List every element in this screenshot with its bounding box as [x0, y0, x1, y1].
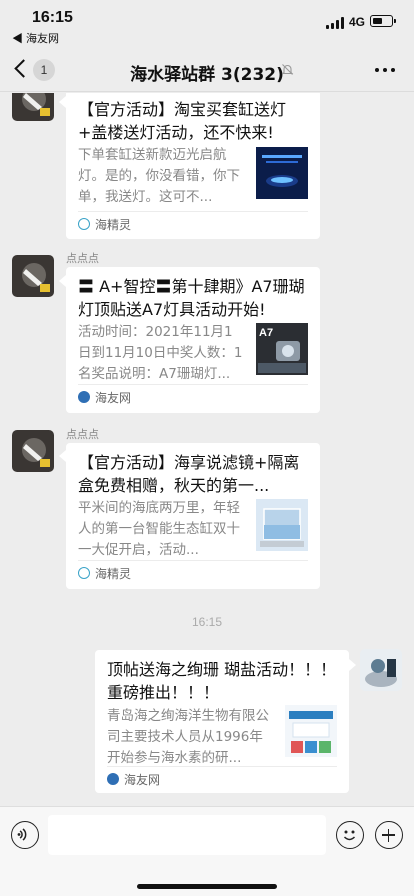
voice-input-icon[interactable]	[11, 821, 39, 849]
chat-title: 海水驿站群 3(232)	[130, 65, 284, 85]
message-input[interactable]	[48, 815, 326, 855]
card-source: 海精灵	[95, 218, 132, 232]
link-card[interactable]: 【官方活动】淘宝买套缸送灯+盖楼送灯活动，还不快来! 下单套缸送新款迈光启航灯。…	[66, 93, 320, 239]
card-description: 青岛海之绚海洋生物有限公司主要技术人员从1996年开始参与海水素的研...	[107, 708, 269, 766]
card-source: 海友网	[95, 391, 132, 405]
card-title: 〓 A+智控〓第十肆期》A7珊瑚灯顶贴送A7灯具活动开始!	[78, 277, 305, 319]
source-icon	[78, 567, 90, 579]
my-avatar[interactable]	[360, 649, 402, 691]
card-description: 活动时间：2021年11月1日到11月10日中奖人数：1名奖品说明：A7珊瑚灯.…	[78, 324, 243, 382]
card-title: 【官方活动】海享说滤镜+隔离盒免费相赠，秋天的第一...	[78, 453, 300, 495]
signal-icon	[326, 17, 346, 29]
more-options-icon[interactable]	[375, 68, 397, 73]
more-actions-plus-icon[interactable]	[375, 821, 403, 849]
card-source: 海友网	[124, 773, 161, 787]
card-source: 海精灵	[95, 567, 132, 581]
chat-header: 1 海水驿站群 3(232)	[0, 48, 414, 92]
card-thumbnail	[285, 705, 337, 757]
sender-avatar[interactable]	[12, 430, 54, 472]
card-title: 【官方活动】淘宝买套缸送灯+盖楼送灯活动，还不快来!	[78, 100, 287, 142]
source-icon	[78, 391, 90, 403]
bubble-tail	[349, 659, 356, 671]
emoji-icon[interactable]	[336, 821, 364, 849]
card-thumbnail	[256, 147, 308, 199]
card-description: 下单套缸送新款迈光启航灯。是的，你没看错，你下单，我送灯。这可不...	[78, 147, 240, 205]
sender-avatar[interactable]	[12, 93, 54, 121]
bubble-tail	[59, 450, 66, 462]
battery-icon	[370, 15, 396, 27]
input-bar	[0, 806, 414, 896]
source-icon	[107, 773, 119, 785]
card-description: 平米间的海底两万里，年轻人的第一台智能生态缸双十一大促开启，活动...	[78, 500, 240, 558]
sender-name: 点点点	[66, 252, 99, 265]
network-type: 4G	[349, 15, 366, 29]
card-thumbnail: A7	[256, 323, 308, 375]
card-title: 顶帖送海之绚珊 瑚盐活动！！！ 重磅推出！！！	[107, 660, 337, 702]
link-card[interactable]: 〓 A+智控〓第十肆期》A7珊瑚灯顶贴送A7灯具活动开始! 活动时间：2021年…	[66, 267, 320, 413]
sender-avatar[interactable]	[12, 255, 54, 297]
bubble-tail	[59, 275, 66, 287]
home-indicator	[137, 884, 277, 889]
svg-text:A7: A7	[259, 327, 273, 339]
status-bar: 16:15 ◀ 海友网 4G	[0, 0, 414, 48]
bubble-tail	[59, 96, 66, 108]
sender-name: 点点点	[66, 428, 99, 441]
source-icon	[78, 218, 90, 230]
card-thumbnail	[256, 499, 308, 551]
message-timestamp: 16:15	[191, 615, 223, 629]
link-card[interactable]: 【官方活动】海享说滤镜+隔离盒免费相赠，秋天的第一... 平米间的海底两万里，年…	[66, 443, 320, 589]
back-to-app-link[interactable]: ◀ 海友网	[12, 30, 59, 46]
mute-bell-icon	[281, 64, 294, 75]
link-card[interactable]: 顶帖送海之绚珊 瑚盐活动！！！ 重磅推出！！！ 青岛海之绚海洋生物有限公司主要技…	[95, 650, 349, 793]
message-list[interactable]: 【官方活动】淘宝买套缸送灯+盖楼送灯活动，还不快来! 下单套缸送新款迈光启航灯。…	[0, 93, 414, 806]
status-time: 16:15	[32, 9, 73, 26]
